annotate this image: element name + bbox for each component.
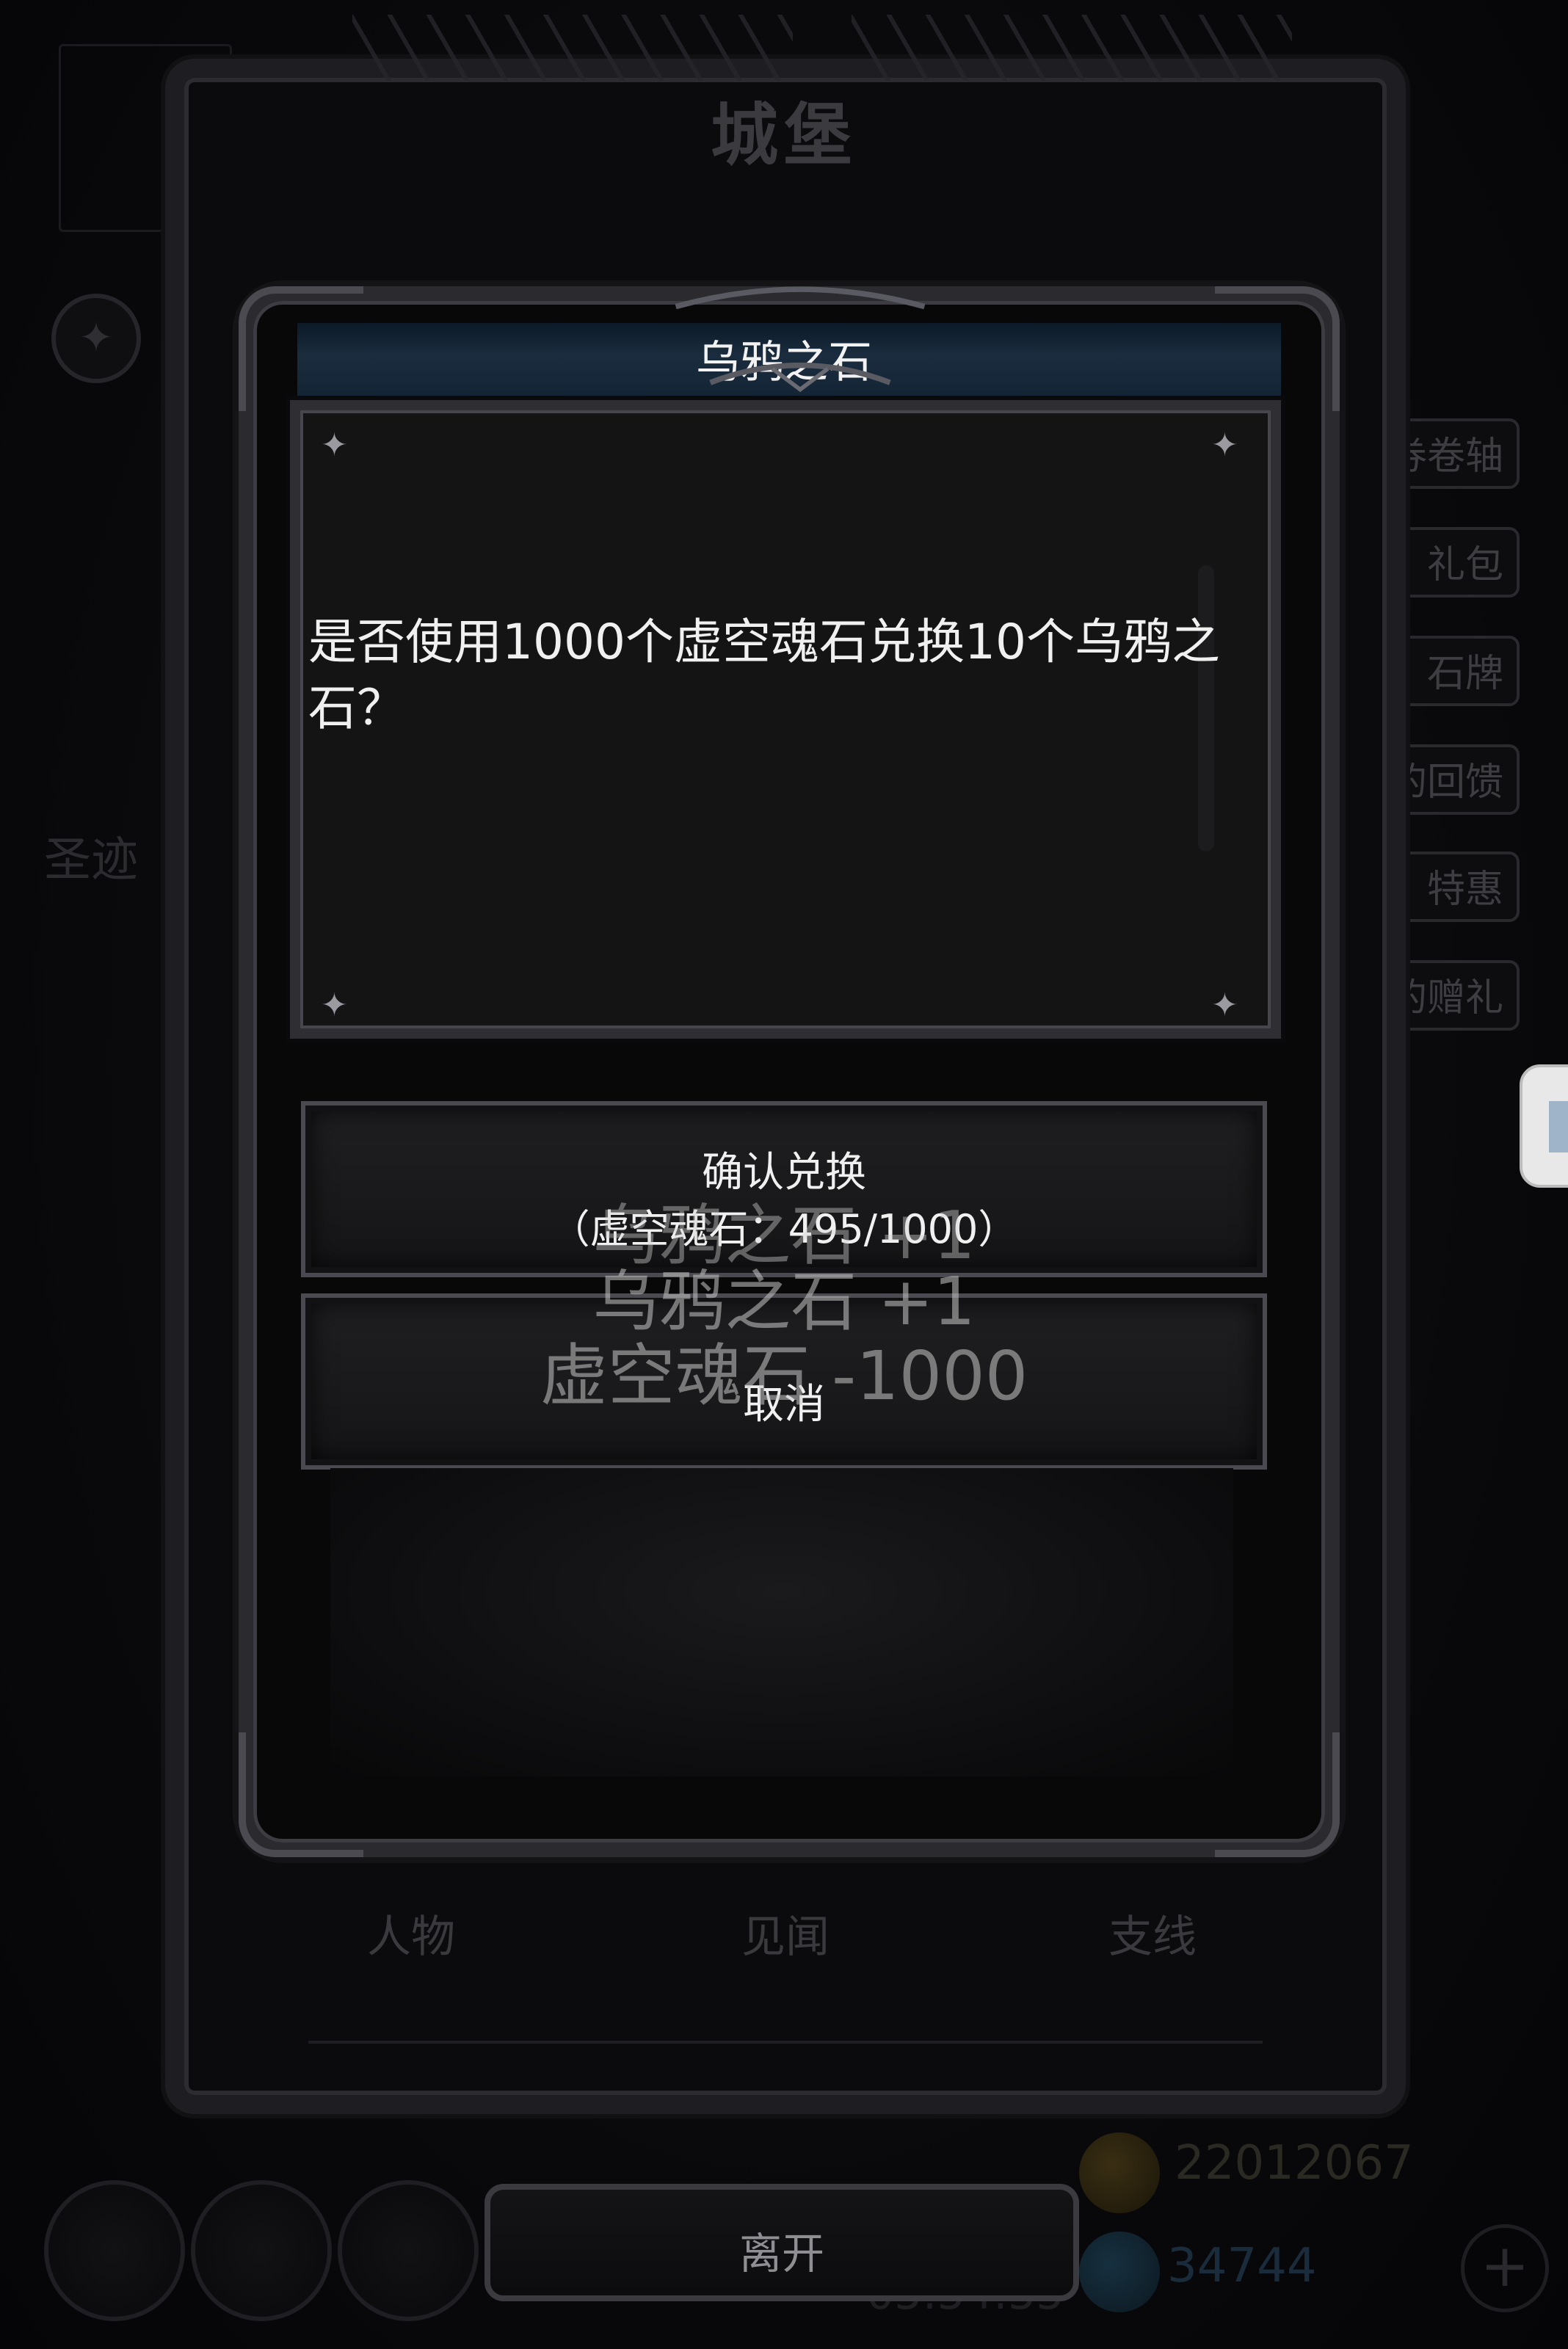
frame-spike-ornament: [852, 15, 1292, 81]
dialog-background-art: [330, 1468, 1233, 1776]
gold-coin-icon: [1079, 2132, 1160, 2213]
leave-label: 离开: [738, 2229, 824, 2279]
dialog-title: 乌鸦之石: [696, 337, 872, 388]
bottom-nav-orb-icon[interactable]: [44, 2180, 185, 2321]
frame-spike-ornament: [352, 15, 793, 81]
divider: [308, 2041, 1263, 2044]
shengji-label[interactable]: 圣迹: [44, 822, 138, 890]
sparkle-icon: ✦: [1211, 987, 1238, 1024]
side-popup-icon: [1549, 1101, 1568, 1152]
tab-stories[interactable]: 见闻: [741, 1901, 830, 1965]
gem-amount: 34744: [1167, 2239, 1317, 2293]
tab-side-quests[interactable]: 支线: [1108, 1901, 1197, 1965]
bottom-nav-orb-icon[interactable]: [338, 2180, 479, 2321]
cancel-button[interactable]: 取消: [301, 1293, 1267, 1470]
confirm-label: 确认兑换: [702, 1149, 866, 1197]
sparkle-icon: ✦: [321, 987, 348, 1024]
sparkle-icon: ✦: [321, 426, 348, 464]
confirm-cost-label: （虚空魂石：495/1000）: [550, 1206, 1018, 1252]
gem-icon: [1079, 2232, 1160, 2312]
sparkle-icon: ✦: [1211, 426, 1238, 464]
exchange-message: 是否使用1000个虚空魂石兑换10个乌鸦之石？: [308, 614, 1220, 736]
castle-title: 城堡: [710, 96, 857, 175]
bottom-nav-orb-icon[interactable]: [191, 2180, 332, 2321]
game-screen: ✦ 圣迹 券卷轴 礼包 石牌 的回馈 特惠 的赠礼 22012067 34744…: [0, 0, 1568, 2349]
cancel-label: 取消: [743, 1381, 825, 1428]
leave-button[interactable]: 离开: [484, 2184, 1079, 2301]
add-currency-button[interactable]: +: [1461, 2224, 1549, 2312]
tab-characters[interactable]: 人物: [367, 1901, 455, 1965]
corner-ornament: [1215, 1732, 1340, 1857]
gold-amount: 22012067: [1175, 2136, 1414, 2190]
castle-tabs: 人物 见闻 支线: [242, 1901, 1329, 2011]
confirm-exchange-button[interactable]: 确认兑换 （虚空魂石：495/1000）: [301, 1101, 1267, 1277]
